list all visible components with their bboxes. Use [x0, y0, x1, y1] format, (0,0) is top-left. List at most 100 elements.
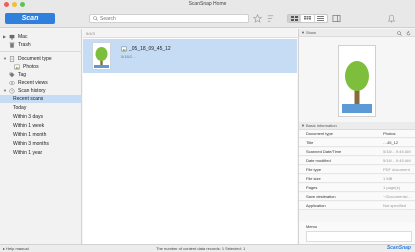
collapse-arrow-icon[interactable]: ▼	[3, 87, 7, 95]
sidebar-item-recent-views[interactable]: Recent views	[0, 79, 82, 87]
record-title: _05_18_09_45_12	[129, 46, 171, 52]
sidebar-item-label: Trash	[18, 42, 31, 48]
toolbar: Scan	[0, 9, 415, 28]
sidebar: ▶ Mac Trash ▼ Document type Photos Tag R…	[0, 29, 82, 244]
sidebar-item-label: Document type	[18, 56, 52, 62]
tree-photo-image	[342, 61, 372, 113]
search-icon	[93, 16, 98, 21]
sidebar-divider	[0, 51, 82, 52]
star-icon[interactable]	[253, 14, 262, 23]
sidebar-item-within-1-week[interactable]: Within 1 week	[0, 122, 82, 130]
grid-small-icon	[303, 16, 311, 20]
sidebar-item-label: Tag	[18, 72, 27, 78]
info-row-scanned-date: Scanned Date/Time 5/18/…9:45 AM	[299, 148, 415, 156]
info-key: Save destination	[306, 194, 336, 199]
help-manual-link[interactable]: ▸ Help manual	[3, 245, 29, 252]
sidebar-item-tag[interactable]: Tag	[0, 71, 82, 79]
list-item[interactable]: _05_18_09_45_12 5/18/2…	[83, 39, 297, 73]
document-preview	[338, 45, 376, 117]
zoom-in-icon[interactable]	[397, 30, 402, 36]
grid-large-icon	[290, 16, 298, 21]
memo-field[interactable]	[306, 231, 412, 242]
info-key: File type	[306, 167, 322, 172]
tree-photo-image	[94, 47, 109, 68]
window-title: ScanSnap Home	[188, 1, 227, 7]
recent-views-icon	[9, 81, 15, 85]
sidebar-item-label: Within 3 days	[13, 114, 44, 120]
sidebar-item-label: Recent scans	[13, 96, 44, 102]
rotate-icon[interactable]	[406, 30, 411, 36]
info-row-title: Title …45_12	[299, 139, 415, 147]
info-row-application: Application Not specified	[299, 202, 415, 210]
computer-icon	[9, 34, 15, 40]
sidebar-item-today[interactable]: Today	[0, 104, 82, 112]
info-row-file-type: File type PDF document	[299, 166, 415, 174]
small-thumbnail-view-button[interactable]	[301, 15, 315, 22]
document-type-select[interactable]: Photos	[383, 130, 415, 138]
info-value: 1 MB	[383, 176, 393, 181]
photo-document-icon	[121, 46, 127, 52]
sidebar-item-label: Today	[13, 105, 27, 111]
zoom-window-button[interactable]	[20, 2, 25, 7]
sidebar-item-within-3-days[interactable]: Within 3 days	[0, 113, 82, 121]
record-thumbnail[interactable]	[92, 42, 111, 70]
sidebar-item-within-3-months[interactable]: Within 3 months	[0, 140, 82, 148]
minimize-window-button[interactable]	[12, 2, 17, 7]
info-row-save-destination: Save destination ~/Documents/…	[299, 193, 415, 201]
content-list: 5/4/3 _05_18_09_45_12 5/18/2…	[83, 29, 297, 244]
info-key: Date modified	[306, 158, 331, 163]
info-value: 1 page(s)	[383, 185, 400, 190]
preview-section-header[interactable]: ▼ Show	[299, 29, 415, 37]
sidebar-item-label: Within 1 week	[13, 123, 45, 129]
sidebar-item-mac[interactable]: ▶ Mac	[0, 33, 82, 41]
sidebar-item-scan-history[interactable]: ▼ Scan history	[0, 87, 82, 95]
info-key: Pages	[306, 185, 318, 190]
photo-icon	[14, 64, 20, 70]
memo-area: Memo	[298, 222, 415, 244]
collapse-arrow-icon[interactable]: ▼	[3, 55, 7, 63]
sidebar-item-trash[interactable]: Trash	[0, 41, 82, 49]
sidebar-item-label: Scan history	[18, 88, 46, 94]
tag-icon	[9, 72, 15, 78]
info-row-document-type: Document type Photos	[299, 130, 415, 138]
save-destination-link[interactable]: ~/Documents/…	[383, 193, 415, 201]
sidebar-item-within-1-year[interactable]: Within 1 year	[0, 149, 82, 157]
panel-toggle-icon[interactable]	[332, 14, 341, 23]
close-window-button[interactable]	[4, 2, 9, 7]
basic-info-label: Basic information	[306, 123, 337, 128]
sort-icon[interactable]	[266, 14, 275, 23]
collapse-arrow-icon: ▼	[301, 30, 305, 35]
sidebar-item-recent-scans[interactable]: Recent scans	[0, 95, 82, 103]
window-controls	[4, 2, 25, 7]
trash-icon	[9, 42, 15, 48]
collapse-arrow-icon: ▼	[301, 123, 305, 128]
sidebar-item-photos[interactable]: Photos	[0, 63, 82, 71]
list-view-button[interactable]	[315, 15, 327, 22]
sidebar-item-label: Photos	[23, 64, 39, 70]
expand-arrow-icon[interactable]: ▶	[3, 33, 6, 41]
memo-label: Memo	[306, 224, 318, 229]
sidebar-item-label: Within 1 month	[13, 132, 47, 138]
sidebar-item-document-type[interactable]: ▼ Document type	[0, 55, 82, 63]
sidebar-item-label: Mac	[18, 34, 28, 40]
status-bar: ▸ Help manual The number of content data…	[0, 244, 415, 252]
sidebar-item-label: Within 3 months	[13, 141, 49, 147]
list-icon	[317, 16, 325, 21]
search-input[interactable]	[100, 15, 245, 22]
app-window: ScanSnap Home Scan Search ▶ Mac Trash ▼ …	[0, 0, 415, 252]
title-field[interactable]: …45_12	[383, 139, 415, 147]
large-thumbnail-view-button[interactable]	[288, 15, 302, 22]
application-select[interactable]: Not specified	[383, 202, 415, 210]
info-value: PDF document	[383, 167, 410, 172]
notification-bell-icon[interactable]	[387, 14, 396, 23]
sidebar-item-within-1-month[interactable]: Within 1 month	[0, 131, 82, 139]
sidebar-item-label: Recent views	[18, 80, 48, 86]
info-key: File size	[306, 176, 321, 181]
scan-button[interactable]: Scan	[5, 13, 55, 24]
search-box[interactable]	[89, 14, 249, 23]
details-panel: ▼ Show ▼ Basic information Document type…	[298, 29, 415, 251]
info-row-file-size: File size 1 MB	[299, 175, 415, 183]
scansnap-logo: ScanSnap	[386, 245, 411, 251]
basic-info-section-header[interactable]: ▼ Basic information	[299, 122, 415, 130]
info-key: Title	[306, 140, 314, 145]
